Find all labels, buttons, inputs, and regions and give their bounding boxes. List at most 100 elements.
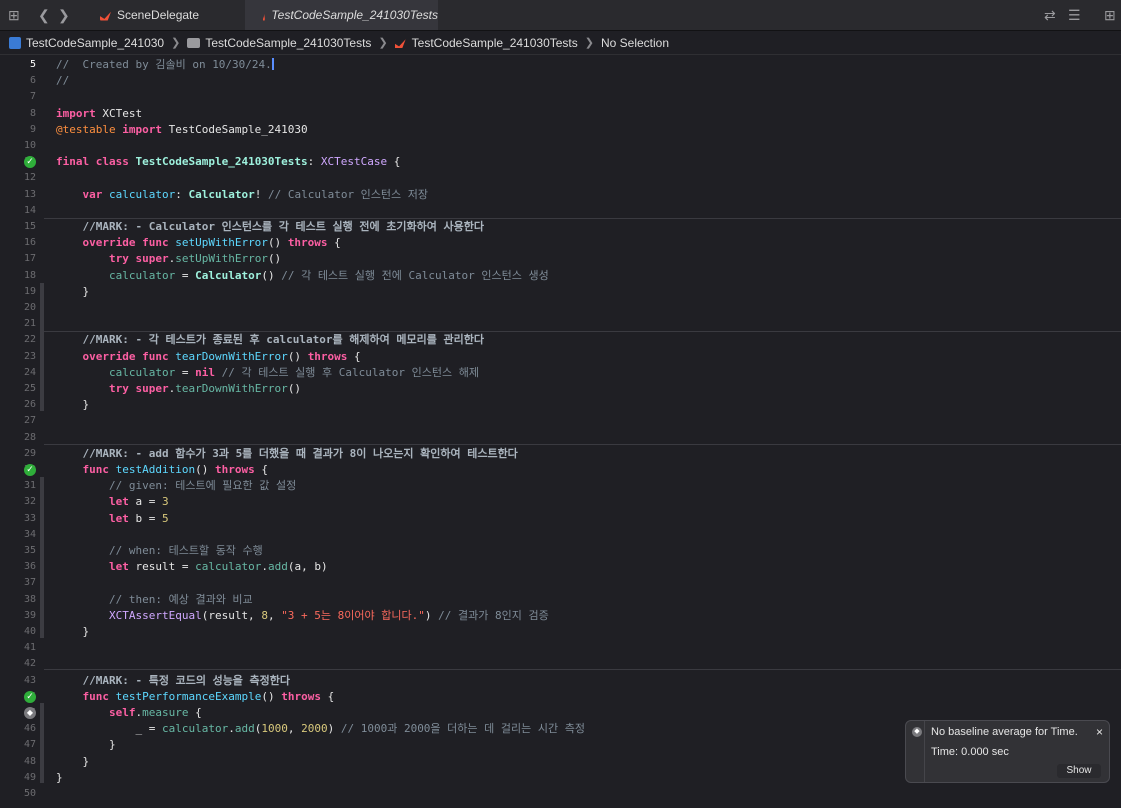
code-line[interactable]: 39 XCTAssertEqual(result, 8, "3 + 5는 8이어… bbox=[0, 608, 1121, 624]
code-token: { bbox=[387, 155, 401, 169]
code-text: final class TestCodeSample_241030Tests: … bbox=[56, 154, 400, 170]
line-number: 48 bbox=[23, 755, 36, 767]
code-line[interactable]: 43 //MARK: - 특정 코드의 성능을 측정한다 bbox=[0, 673, 1121, 689]
code-line[interactable]: 25 try super.tearDownWithError() bbox=[0, 381, 1121, 397]
code-line[interactable]: 8 import XCTest bbox=[0, 106, 1121, 122]
grid-icon[interactable]: ⊞ bbox=[8, 7, 20, 23]
code-token: import bbox=[115, 122, 162, 136]
project-icon bbox=[9, 36, 21, 49]
line-number: 23 bbox=[23, 350, 36, 362]
code-line[interactable]: 42 bbox=[0, 656, 1121, 672]
popover-title: No baseline average for Time. bbox=[931, 726, 1078, 738]
code-token: Calculator bbox=[188, 187, 255, 201]
line-number: 32 bbox=[23, 496, 36, 508]
code-line[interactable]: 23 override func tearDownWithError() thr… bbox=[0, 349, 1121, 365]
breadcrumb-file[interactable]: TestCodeSample_241030Tests bbox=[412, 36, 578, 50]
code-token: XCTAssertEqual bbox=[108, 608, 202, 622]
code-line[interactable]: 28 bbox=[0, 430, 1121, 446]
code-line[interactable]: 10 bbox=[0, 138, 1121, 154]
line-number: 20 bbox=[23, 302, 36, 313]
forward-arrow-icon[interactable]: ❯ bbox=[58, 7, 70, 23]
code-line[interactable]: 45◆ self.measure { bbox=[0, 705, 1121, 721]
close-icon[interactable]: × bbox=[1096, 725, 1103, 739]
code-line[interactable]: 34 bbox=[0, 527, 1121, 543]
code-line[interactable]: 35 // when: 테스트할 동작 수행 bbox=[0, 543, 1121, 559]
code-token: 8 bbox=[261, 608, 268, 622]
code-line[interactable]: 12 bbox=[0, 170, 1121, 186]
test-passed-checkmark-icon[interactable]: ✓ bbox=[24, 464, 36, 476]
code-line[interactable]: 40 } bbox=[0, 624, 1121, 640]
line-number: 28 bbox=[23, 431, 36, 443]
code-text: try super.tearDownWithError() bbox=[56, 381, 301, 397]
code-token: , bbox=[267, 608, 282, 622]
breadcrumb-folder[interactable]: TestCodeSample_241030Tests bbox=[205, 36, 371, 50]
code-line[interactable]: 20 bbox=[0, 300, 1121, 316]
code-editor[interactable]: 5 // Created by 김솔비 on 10/30/24. 6 // 7 8 impo… bbox=[0, 57, 1121, 808]
code-token: // Calculator 인스턴스 저장 bbox=[267, 187, 429, 201]
code-line[interactable]: 44✓ func testPerformanceExample() throws… bbox=[0, 689, 1121, 705]
performance-diamond-icon[interactable]: ◆ bbox=[24, 707, 36, 719]
code-line[interactable]: 6 // bbox=[0, 73, 1121, 89]
code-token: // 각 테스트 실행 전에 Calculator 인스턴스 생성 bbox=[281, 268, 549, 282]
code-line[interactable]: 38 // then: 예상 결과와 비교 bbox=[0, 592, 1121, 608]
code-line[interactable]: 14 bbox=[0, 203, 1121, 219]
code-line[interactable]: 16 override func setUpWithError() throws… bbox=[0, 235, 1121, 251]
breadcrumb: TestCodeSample_241030 ❯ TestCodeSample_2… bbox=[0, 31, 1121, 55]
tab-scene-delegate[interactable]: SceneDelegate bbox=[82, 0, 246, 30]
chevron-right-icon: ❯ bbox=[171, 37, 181, 49]
code-token: //MARK: - 각 테스트가 종료된 후 calculator를 해제하여 … bbox=[82, 333, 484, 347]
code-line[interactable]: 13 var calculator: Calculator! // Calcul… bbox=[0, 187, 1121, 203]
code-line[interactable]: 32 let a = 3 bbox=[0, 494, 1121, 510]
code-line[interactable]: 7 bbox=[0, 89, 1121, 105]
code-text: // given: 테스트에 필요한 값 설정 bbox=[56, 478, 296, 494]
swift-file-icon bbox=[263, 11, 266, 21]
code-token: . bbox=[228, 722, 235, 736]
code-token: // 각 테스트 실행 후 Calculator 인스턴스 해제 bbox=[214, 365, 479, 379]
code-token: //MARK: - 특정 코드의 성능을 측정한다 bbox=[82, 673, 291, 687]
code-token: override func bbox=[82, 349, 169, 363]
code-token: calculator bbox=[161, 722, 229, 736]
test-passed-checkmark-icon[interactable]: ✓ bbox=[24, 690, 36, 703]
text-cursor bbox=[271, 58, 274, 70]
line-number: 29 bbox=[23, 447, 36, 459]
code-line[interactable]: 37 bbox=[0, 575, 1121, 591]
back-arrow-icon[interactable]: ❮ bbox=[38, 7, 50, 23]
editor-options-icon[interactable]: ☰ bbox=[1068, 7, 1081, 23]
code-text: // when: 테스트할 동작 수행 bbox=[56, 543, 263, 559]
code-text: // Created by 김솔비 on 10/30/24. bbox=[56, 57, 274, 73]
code-line[interactable]: 33 let b = 5 bbox=[0, 511, 1121, 527]
code-line[interactable]: 22 //MARK: - 각 테스트가 종료된 후 calculator를 해제… bbox=[0, 332, 1121, 348]
code-line[interactable]: 31 // given: 테스트에 필요한 값 설정 bbox=[0, 478, 1121, 494]
line-number: 9 bbox=[29, 123, 36, 135]
code-line[interactable]: 11✓final class TestCodeSample_241030Test… bbox=[0, 154, 1121, 170]
code-token: // bbox=[56, 74, 70, 88]
code-line[interactable]: 50 bbox=[0, 786, 1121, 802]
code-line[interactable]: 15 //MARK: - Calculator 인스턴스를 각 테스트 실행 전… bbox=[0, 219, 1121, 235]
code-line[interactable]: 27 bbox=[0, 413, 1121, 429]
tab-test-file[interactable]: TestCodeSample_241030Tests bbox=[245, 0, 438, 30]
code-line[interactable]: 36 let result = calculator.add(a, b) bbox=[0, 559, 1121, 575]
code-line[interactable]: 24 calculator = nil // 각 테스트 실행 후 Calcul… bbox=[0, 365, 1121, 381]
breadcrumb-selection[interactable]: No Selection bbox=[601, 36, 669, 50]
line-number: 49 bbox=[23, 771, 36, 783]
code-line[interactable]: 30✓ func testAddition() throws { bbox=[0, 462, 1121, 478]
code-line[interactable]: 5 // Created by 김솔비 on 10/30/24. bbox=[0, 57, 1121, 73]
code-token: final class bbox=[56, 155, 129, 169]
code-line[interactable]: 41 bbox=[0, 640, 1121, 656]
show-button[interactable]: Show bbox=[1057, 764, 1101, 778]
code-line[interactable]: 21 bbox=[0, 316, 1121, 332]
breadcrumb-project[interactable]: TestCodeSample_241030 bbox=[26, 36, 164, 50]
code-line[interactable]: 18 calculator = Calculator() // 각 테스트 실행… bbox=[0, 268, 1121, 284]
code-line[interactable]: 26 } bbox=[0, 397, 1121, 413]
code-text: @testable import TestCodeSample_241030 bbox=[56, 122, 308, 138]
code-line[interactable]: 29 //MARK: - add 함수가 3과 5를 더했을 때 결과가 8이 … bbox=[0, 446, 1121, 462]
code-line[interactable]: 19 } bbox=[0, 284, 1121, 300]
line-number: 33 bbox=[23, 512, 36, 524]
code-line[interactable]: 9 @testable import TestCodeSample_241030 bbox=[0, 122, 1121, 138]
code-token: // then: 예상 결과와 비교 bbox=[108, 592, 253, 606]
code-token: // given: 테스트에 필요한 값 설정 bbox=[108, 479, 297, 493]
code-line[interactable]: 17 try super.setUpWithError() bbox=[0, 251, 1121, 267]
add-editor-icon[interactable]: ⊞ bbox=[1104, 7, 1116, 23]
swap-icon[interactable]: ⇄ bbox=[1044, 7, 1056, 23]
code-token: let bbox=[108, 495, 129, 509]
